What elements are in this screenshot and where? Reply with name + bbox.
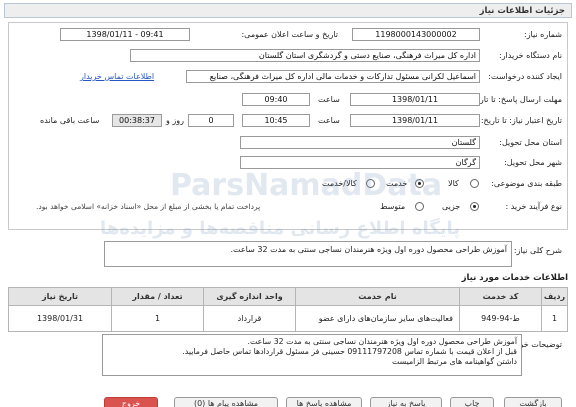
city-field: گرگان	[240, 156, 480, 169]
buyer-note-line: قبل از اعلان قیمت با شماره تماس 09111797…	[182, 347, 517, 356]
process-type-label: نوع فرآیند خرید :	[505, 202, 562, 211]
process-option-medium: متوسط	[380, 202, 406, 211]
reply-deadline-date: 1398/01/11	[350, 93, 480, 106]
table-row: 1 ط-94-949 فعالیت‌های سایر سازمان‌های دا…	[8, 305, 568, 332]
category-radio-service[interactable]	[415, 179, 424, 188]
buyer-note-line: داشتن گواهینامه های مرتبط الزامیست	[392, 357, 517, 366]
remaining-days: 0	[188, 114, 234, 127]
validity-date: 1398/01/11	[350, 114, 480, 127]
remaining-label: ساعت باقی مانده	[40, 116, 100, 125]
remaining-time: 00:38:37	[112, 114, 162, 127]
view-messages-button[interactable]: مشاهده پیام ها (0)	[174, 397, 278, 407]
category-option-goods-service: کالا/خدمت	[322, 179, 357, 188]
general-description-label: شرح کلی نیاز:	[513, 246, 562, 255]
services-table-header: ردیف کد خدمت نام خدمت واحد اندازه گیری ت…	[8, 287, 568, 306]
cell-date: 1398/01/31	[8, 305, 112, 332]
exit-button[interactable]: خروج	[104, 397, 158, 407]
process-note: پرداخت تمام یا بخشی از مبلغ از محل «اسنا…	[36, 202, 261, 211]
province-field: گلستان	[240, 136, 480, 149]
process-radio-medium[interactable]	[415, 202, 424, 211]
cell-code: ط-94-949	[459, 305, 542, 332]
buyer-notes-box: آموزش طراحی محصول دوره اول ویژه هنرمندان…	[102, 334, 522, 376]
buyer-contact-link[interactable]: اطلاعات تماس خریدار	[80, 72, 154, 81]
category-label: طبقه بندی موضوعی:	[491, 179, 562, 188]
col-unit-header: واحد اندازه گیری	[203, 287, 296, 306]
announce-datetime-label: تاریخ و ساعت اعلان عمومی:	[241, 30, 338, 39]
validity-time-label: ساعت	[318, 116, 340, 125]
view-replies-button[interactable]: مشاهده پاسخ ها	[286, 397, 362, 407]
days-label: روز و	[166, 116, 184, 125]
reply-deadline-time-label: ساعت	[318, 95, 340, 104]
cell-qty: 1	[111, 305, 204, 332]
page-title: جزئیات اطلاعات نیاز	[479, 6, 565, 16]
cell-unit: قرارداد	[203, 305, 296, 332]
col-code-header: کد خدمت	[459, 287, 542, 306]
general-description-box: آموزش طراحی محصول دوره اول ویژه هنرمندان…	[104, 241, 512, 267]
category-radio-goods[interactable]	[470, 179, 479, 188]
col-qty-header: تعداد / مقدار	[111, 287, 204, 306]
reply-button[interactable]: پاسخ به نیاز	[370, 397, 442, 407]
creator-label: ایجاد کننده درخواست:	[488, 72, 562, 81]
validity-label: تاریخ اعتبار نیاز: تا تاریخ:	[480, 116, 562, 125]
province-label: استان محل تحویل:	[499, 138, 562, 147]
page-header: جزئیات اطلاعات نیاز	[4, 3, 572, 18]
back-button[interactable]: بازگشت	[504, 397, 562, 407]
buyer-label: نام دستگاه خریدار:	[499, 51, 562, 60]
need-number-field: 1198000143000002	[352, 28, 480, 41]
buyer-field: اداره کل میراث فرهنگی، صنایع دستی و گردش…	[130, 49, 480, 62]
col-date-header: تاریخ نیاز	[8, 287, 112, 306]
reply-deadline-time: 09:40	[242, 93, 310, 106]
announce-datetime-field: 1398/01/11 - 09:41	[60, 28, 190, 41]
process-option-minor: جزیی	[442, 202, 461, 211]
creator-field: اسماعیل لکرانی مسئول تدارکات و خدمات مال…	[186, 70, 480, 83]
city-label: شهر محل تحویل:	[504, 158, 562, 167]
need-number-label: شماره نیاز:	[524, 30, 562, 39]
services-section-title: اطلاعات خدمات مورد نیاز	[461, 273, 568, 283]
print-button[interactable]: چاپ	[450, 397, 494, 407]
buyer-note-line: آموزش طراحی محصول دوره اول ویژه هنرمندان…	[247, 337, 517, 346]
col-row-header: ردیف	[541, 287, 568, 306]
cell-row: 1	[541, 305, 568, 332]
category-option-goods: کالا	[448, 179, 459, 188]
validity-time: 10:45	[242, 114, 310, 127]
category-radio-goods-service[interactable]	[366, 179, 375, 188]
services-table: ردیف کد خدمت نام خدمت واحد اندازه گیری ت…	[8, 287, 568, 332]
category-option-service: خدمت	[386, 179, 408, 188]
cell-service-name: فعالیت‌های سایر سازمان‌های دارای عضو	[295, 305, 460, 332]
reply-deadline-label: مهلت ارسال پاسخ: تا تاریخ:	[469, 95, 562, 104]
process-radio-minor[interactable]	[470, 202, 479, 211]
col-name-header: نام خدمت	[295, 287, 460, 306]
